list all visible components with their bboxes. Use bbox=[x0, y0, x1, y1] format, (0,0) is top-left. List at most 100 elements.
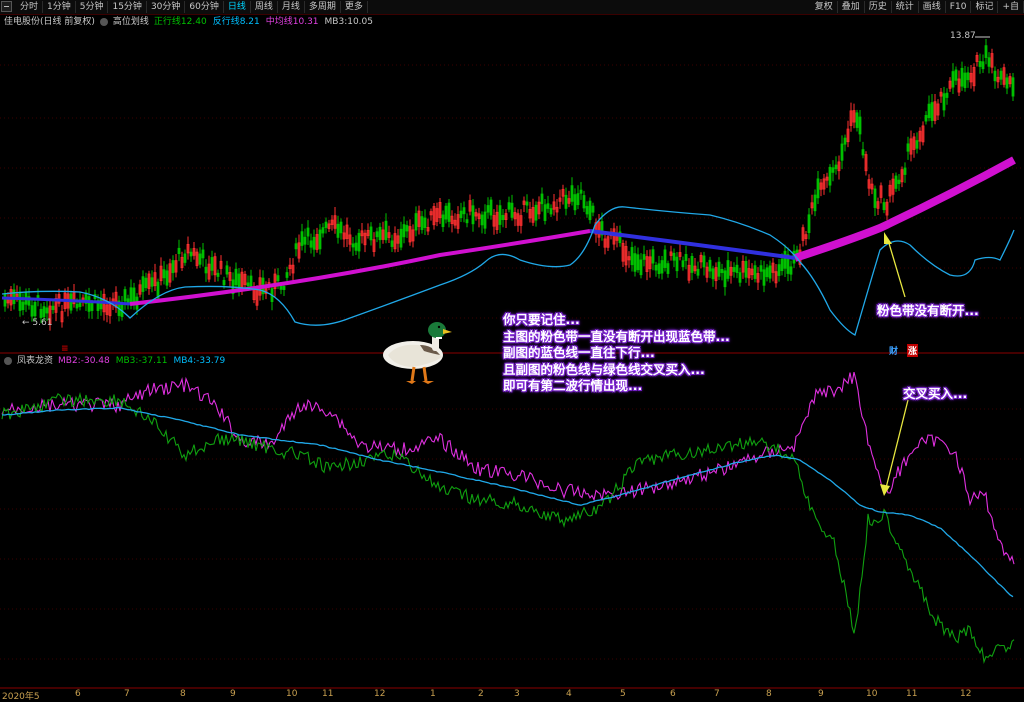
arrow-head bbox=[880, 484, 890, 496]
candle-body bbox=[591, 205, 595, 213]
date-tick: 3 bbox=[514, 689, 520, 699]
candle-body bbox=[99, 298, 103, 310]
candle-body bbox=[762, 269, 766, 286]
candle-body bbox=[951, 71, 955, 88]
date-tick: 10 bbox=[866, 689, 878, 699]
date-tick: 7 bbox=[714, 689, 720, 699]
candle-body bbox=[906, 143, 910, 152]
candle-body bbox=[279, 285, 283, 290]
candle-body bbox=[681, 260, 685, 268]
event-marker[interactable]: ≡ bbox=[61, 344, 69, 354]
candle-body bbox=[336, 223, 340, 238]
candle-body bbox=[51, 305, 55, 310]
candle-body bbox=[840, 143, 844, 161]
candle-body bbox=[894, 175, 898, 189]
candle-body bbox=[903, 167, 907, 175]
candle-body bbox=[144, 277, 148, 289]
candle-body bbox=[984, 45, 988, 58]
candle-body bbox=[711, 268, 715, 280]
candle-body bbox=[534, 204, 538, 221]
candle-body bbox=[735, 264, 739, 273]
candle-body bbox=[690, 255, 694, 273]
candle-body bbox=[384, 220, 388, 241]
candle-body bbox=[249, 275, 253, 288]
candle-body bbox=[444, 205, 448, 220]
candle-body bbox=[75, 303, 79, 309]
candle-body bbox=[924, 115, 928, 122]
candle-body bbox=[738, 272, 742, 283]
date-tick: 8 bbox=[766, 689, 772, 699]
candle-body bbox=[657, 263, 661, 275]
annotation-line: 你只要记住... bbox=[503, 312, 580, 327]
annotation-line: 副图的蓝色线一直往下行... bbox=[503, 345, 655, 360]
candle-body bbox=[540, 193, 544, 205]
candle-body bbox=[780, 258, 784, 272]
candle-body bbox=[1011, 77, 1015, 97]
candle-body bbox=[483, 211, 487, 229]
candle-body bbox=[963, 72, 967, 89]
candle-body bbox=[294, 243, 298, 250]
candle-body bbox=[813, 194, 817, 212]
candle-body bbox=[378, 226, 382, 241]
candle-body bbox=[993, 70, 997, 82]
date-tick: 12 bbox=[960, 689, 972, 699]
date-tick: 9 bbox=[230, 689, 236, 699]
candle-body bbox=[204, 266, 208, 274]
date-tick: 6 bbox=[75, 689, 81, 699]
candle-body bbox=[375, 231, 379, 238]
candle-body bbox=[141, 276, 145, 292]
candle-body bbox=[675, 256, 679, 272]
candle-body bbox=[768, 265, 772, 279]
date-tick: 1 bbox=[430, 689, 436, 699]
annotation-line: 主图的粉色带一直没有断开出现蓝色带... bbox=[503, 328, 730, 344]
candle-body bbox=[471, 205, 475, 225]
candle-body bbox=[126, 298, 130, 303]
candle-body bbox=[585, 206, 589, 215]
candle-body bbox=[246, 282, 250, 287]
limit-up-badge[interactable]: 涨 bbox=[907, 344, 919, 357]
mb4-line bbox=[1, 406, 1014, 598]
candle-body bbox=[351, 243, 355, 248]
candle-body bbox=[636, 254, 640, 271]
candle-body bbox=[630, 247, 634, 266]
candle-body bbox=[123, 289, 127, 302]
candle-body bbox=[3, 293, 7, 307]
candle-body bbox=[423, 217, 427, 228]
candle-body bbox=[18, 291, 22, 311]
candle-body bbox=[666, 263, 670, 274]
candle-body bbox=[357, 232, 361, 252]
candle-body bbox=[987, 57, 991, 67]
low-price-label: ← 5.61 bbox=[22, 318, 53, 328]
candle-body bbox=[306, 227, 310, 237]
candle-body bbox=[150, 277, 154, 287]
date-tick: 12 bbox=[374, 689, 386, 699]
candle-body bbox=[978, 61, 982, 67]
candle-body bbox=[462, 207, 466, 215]
candle-body bbox=[672, 252, 676, 261]
candle-body bbox=[576, 193, 580, 206]
candle-body bbox=[651, 249, 655, 264]
finance-badge[interactable]: 财 bbox=[889, 344, 898, 357]
candle-body bbox=[234, 268, 238, 286]
candle-body bbox=[390, 240, 394, 247]
candle-body bbox=[588, 200, 592, 221]
date-tick: 11 bbox=[322, 689, 334, 699]
mb2-line bbox=[1, 371, 1015, 565]
candle-body bbox=[579, 189, 583, 194]
candle-body bbox=[222, 279, 226, 286]
date-tick: 5 bbox=[620, 689, 626, 699]
candle-body bbox=[33, 301, 37, 317]
date-tick: 2020年5 bbox=[2, 692, 40, 702]
candle-body bbox=[723, 270, 727, 288]
candle-body bbox=[354, 242, 358, 251]
arrow-head bbox=[884, 232, 892, 244]
candle-body bbox=[858, 116, 862, 135]
candle-body bbox=[1005, 77, 1009, 89]
candle-body bbox=[777, 264, 781, 276]
candle-body bbox=[486, 205, 490, 213]
candle-body bbox=[915, 140, 919, 149]
candle-body bbox=[318, 229, 322, 250]
candle-body bbox=[90, 302, 94, 312]
candle-body bbox=[480, 214, 484, 226]
candle-body bbox=[489, 199, 493, 216]
